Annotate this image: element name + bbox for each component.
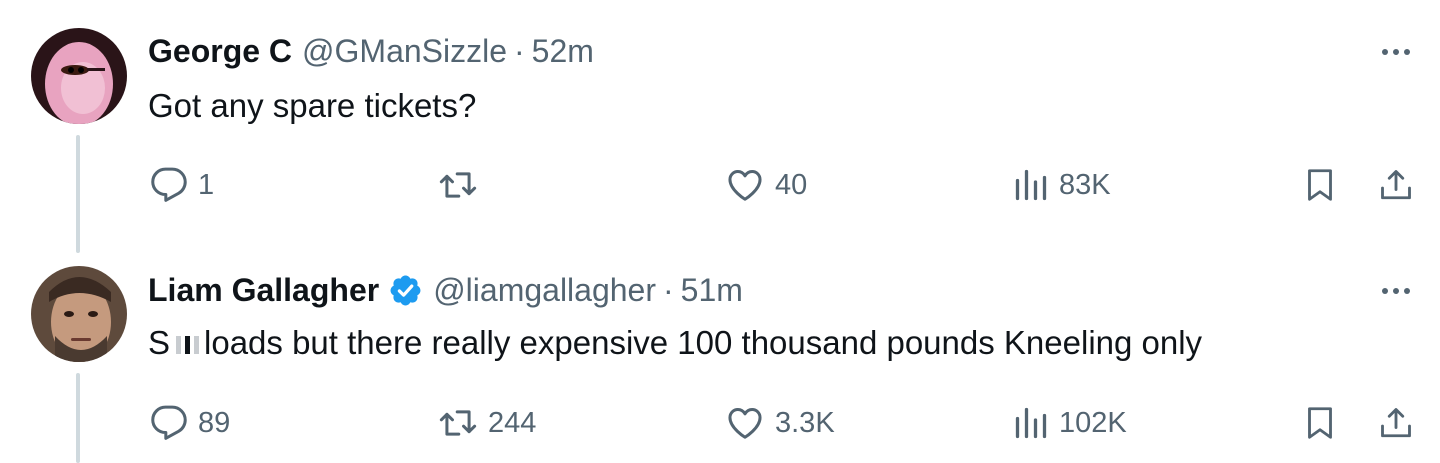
tweet-header: George C @GManSizzle · 52m	[148, 31, 594, 71]
bookmark-icon	[1302, 403, 1338, 443]
reply-icon	[150, 404, 188, 442]
reply-count: 89	[198, 406, 231, 439]
tweet-text-prefix: S	[148, 324, 171, 361]
more-icon[interactable]	[1376, 281, 1416, 301]
view-count: 83K	[1059, 168, 1111, 201]
avatar[interactable]	[31, 28, 127, 124]
tweet[interactable]: George C @GManSizzle · 52m Got any spare…	[0, 0, 1440, 253]
action-bar: 89 244 3.3K 102K	[0, 403, 1440, 443]
retweet-button[interactable]	[438, 165, 488, 205]
tweet-text: Sloads but there really expensive 100 th…	[148, 323, 1202, 363]
separator: ·	[663, 272, 674, 308]
author-name[interactable]: George C	[148, 31, 292, 71]
retweet-count: 244	[488, 406, 537, 439]
tweet-header: Liam Gallagher @liamgallagher · 51m	[148, 270, 743, 310]
timestamp[interactable]: 51m	[681, 270, 743, 310]
bookmark-button[interactable]	[1302, 165, 1338, 205]
reply-count: 1	[198, 168, 215, 201]
retweet-icon	[438, 404, 478, 442]
heart-icon	[725, 166, 765, 204]
tweet-text: Got any spare tickets?	[148, 87, 477, 124]
author-handle[interactable]: @GManSizzle	[302, 31, 507, 71]
share-icon	[1378, 403, 1414, 443]
reply-button[interactable]: 89	[150, 403, 230, 443]
bookmark-button[interactable]	[1302, 403, 1338, 443]
like-count: 3.3K	[775, 406, 835, 439]
censor-mark	[172, 328, 202, 358]
views-icon	[1013, 166, 1049, 204]
views-icon	[1013, 404, 1049, 442]
share-button[interactable]	[1378, 165, 1414, 205]
verified-badge-icon[interactable]	[388, 273, 423, 308]
tweet-text-body: loads but there really expensive 100 tho…	[204, 324, 1203, 361]
tweet[interactable]: Liam Gallagher @liamgallagher · 51m Sloa…	[0, 245, 1440, 463]
separator: ·	[514, 33, 525, 69]
views-button[interactable]: 83K	[1013, 165, 1111, 205]
like-button[interactable]: 40	[725, 165, 807, 205]
avatar[interactable]	[31, 266, 127, 362]
action-bar: 1 40 83K	[0, 165, 1440, 205]
author-handle[interactable]: @liamgallagher	[433, 270, 656, 310]
like-count: 40	[775, 168, 808, 201]
author-name[interactable]: Liam Gallagher	[148, 270, 379, 310]
retweet-icon	[438, 166, 478, 204]
timestamp[interactable]: 52m	[532, 31, 594, 71]
view-count: 102K	[1059, 406, 1127, 439]
share-button[interactable]	[1378, 403, 1414, 443]
retweet-button[interactable]: 244	[438, 403, 536, 443]
views-button[interactable]: 102K	[1013, 403, 1127, 443]
more-icon[interactable]	[1376, 42, 1416, 62]
share-icon	[1378, 165, 1414, 205]
reply-button[interactable]: 1	[150, 165, 214, 205]
like-button[interactable]: 3.3K	[725, 403, 835, 443]
reply-icon	[150, 166, 188, 204]
heart-icon	[725, 404, 765, 442]
bookmark-icon	[1302, 165, 1338, 205]
